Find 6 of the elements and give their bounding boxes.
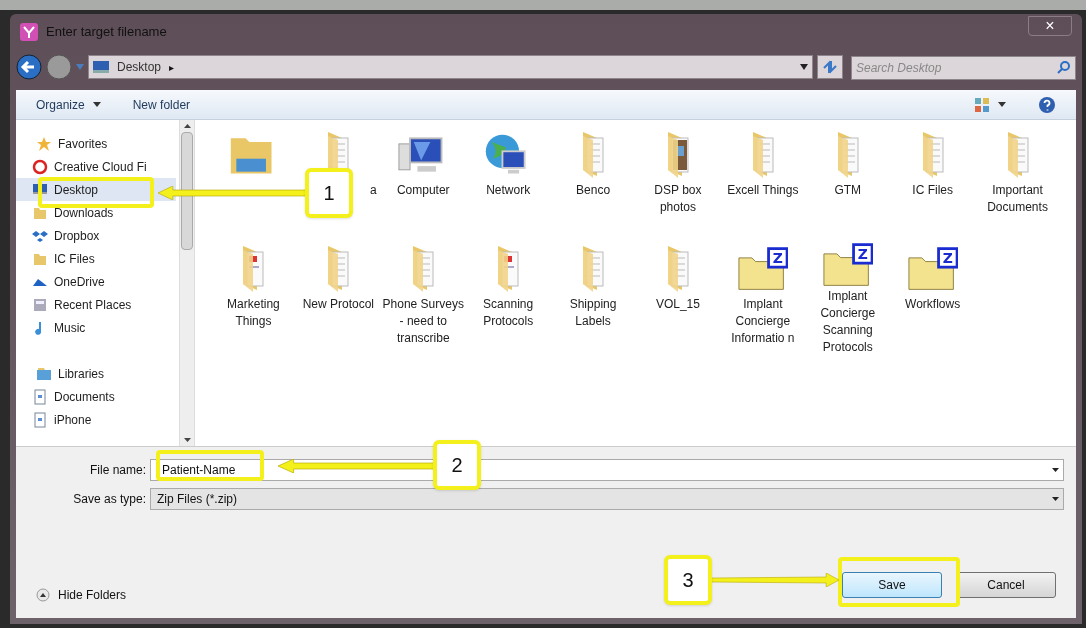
- callout-number: 1: [305, 168, 353, 218]
- field-label: File name:: [88, 462, 147, 479]
- callout-number: 2: [433, 440, 481, 490]
- field-label: Save as type:: [72, 491, 147, 508]
- window-title: Enter target filename: [46, 23, 167, 42]
- callout-number: 3: [664, 555, 712, 605]
